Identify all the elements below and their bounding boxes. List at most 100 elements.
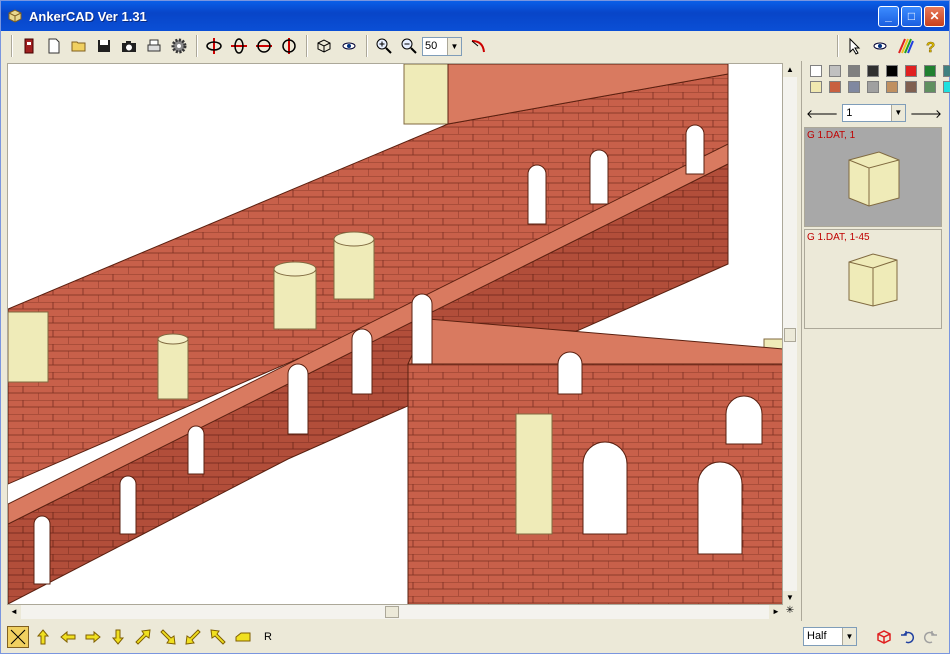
vertical-scrollbar[interactable]: ▲ ▼ — [783, 63, 797, 605]
move-ne-button[interactable] — [132, 626, 154, 648]
close-button[interactable]: ✕ — [924, 6, 945, 27]
scroll-left-icon[interactable]: ◄ — [7, 605, 21, 619]
arrow-right-icon[interactable]: 🡒 — [910, 106, 942, 121]
undo-button[interactable] — [897, 626, 919, 648]
zoom-select[interactable]: 50 ▼ — [422, 36, 462, 56]
snapshot-button[interactable] — [117, 35, 140, 57]
app-icon — [8, 9, 22, 23]
app-window: AnkerCAD Ver 1.31 _ □ ✕ 50 ▼ ? ▲ ▼ ◄ ► ✳… — [0, 0, 950, 654]
3d-viewport[interactable] — [7, 63, 783, 605]
arrow-se-icon — [160, 629, 176, 645]
color-swatch[interactable] — [867, 65, 879, 77]
select-all-button[interactable] — [7, 626, 29, 648]
zoom-out-button[interactable] — [397, 35, 420, 57]
color-swatch[interactable] — [886, 65, 898, 77]
block-icon — [235, 632, 251, 642]
zoom-in-button[interactable] — [372, 35, 395, 57]
color-swatch[interactable] — [810, 81, 822, 93]
svg-text:?: ? — [926, 39, 935, 55]
horizontal-scrollbar[interactable]: ◄ ► — [7, 605, 783, 619]
move-down-button[interactable] — [107, 626, 129, 648]
settings-button[interactable] — [167, 35, 190, 57]
scroll-thumb[interactable] — [784, 328, 796, 342]
stone-pillar — [403, 64, 455, 125]
rotate-y-button[interactable] — [202, 35, 225, 57]
scroll-down-icon[interactable]: ▼ — [783, 591, 797, 605]
move-sw-button[interactable] — [182, 626, 204, 648]
view-mode-select[interactable]: Half ▼ — [803, 627, 857, 646]
scroll-up-icon[interactable]: ▲ — [783, 63, 797, 77]
rotate-x-button[interactable] — [227, 35, 250, 57]
base-plate-button[interactable] — [232, 626, 254, 648]
color-swatch[interactable] — [810, 65, 822, 77]
colors-button[interactable] — [893, 35, 916, 57]
color-swatch[interactable] — [829, 65, 841, 77]
zoom-value: 50 — [425, 40, 438, 52]
red-cube-icon — [877, 630, 891, 644]
move-left-button[interactable] — [57, 626, 79, 648]
arrow-left-icon[interactable]: 🡐 — [806, 106, 838, 121]
redo-icon — [923, 631, 937, 644]
rotate-z-button[interactable] — [252, 35, 275, 57]
move-nw-button[interactable] — [207, 626, 229, 648]
rotate-y-icon — [205, 38, 222, 54]
delete-cube-button[interactable] — [873, 626, 895, 648]
help-button[interactable]: ? — [918, 35, 941, 57]
group-item[interactable]: G 1.DAT, 1 — [804, 127, 942, 227]
print-button[interactable] — [142, 35, 165, 57]
arrow-down-icon — [111, 629, 125, 645]
color-swatch[interactable] — [943, 81, 950, 93]
toolbar-separator — [366, 35, 368, 57]
redo-button[interactable] — [919, 626, 941, 648]
eye-icon — [873, 42, 886, 50]
help-icon: ? — [925, 39, 935, 55]
group-select[interactable]: 1 ▼ — [842, 104, 906, 122]
move-up-button[interactable] — [32, 626, 54, 648]
arrow-sw-icon — [185, 629, 201, 645]
color-swatch[interactable] — [924, 65, 936, 77]
rotate-r-button[interactable]: R — [257, 626, 279, 648]
color-swatch[interactable] — [886, 81, 898, 93]
cube-thumbnail-icon — [848, 253, 898, 307]
color-swatch[interactable] — [848, 65, 860, 77]
minimize-button[interactable]: _ — [878, 6, 899, 27]
color-swatch[interactable] — [829, 81, 841, 93]
save-button[interactable] — [92, 35, 115, 57]
wireframe-button[interactable] — [312, 35, 335, 57]
r-label: R — [264, 631, 272, 643]
color-palette — [810, 65, 950, 93]
eye-icon — [342, 42, 355, 50]
group-navigator: 🡐 1 ▼ 🡒 — [806, 103, 942, 123]
perspective-button[interactable] — [466, 35, 489, 57]
chevron-down-icon: ▼ — [842, 628, 856, 645]
scroll-right-icon[interactable]: ► — [769, 605, 783, 619]
zoom-out-icon — [401, 38, 417, 54]
select-button[interactable] — [843, 35, 866, 57]
new-file-button[interactable] — [42, 35, 65, 57]
scroll-corner-icon[interactable]: ✳ — [783, 605, 797, 619]
arrow-right-icon — [85, 630, 101, 644]
arrow-nw-icon — [210, 629, 226, 645]
move-se-button[interactable] — [157, 626, 179, 648]
color-swatch[interactable] — [867, 81, 879, 93]
arrow-left-icon — [60, 630, 76, 644]
color-swatch[interactable] — [943, 65, 950, 77]
group-item[interactable]: G 1.DAT, 1-45 — [804, 229, 942, 329]
undo-icon — [901, 631, 915, 644]
main-toolbar: 50 ▼ ? — [7, 33, 943, 59]
group-item-label: G 1.DAT, 1-45 — [807, 232, 870, 243]
open-file-button[interactable] — [67, 35, 90, 57]
cube-icon — [317, 39, 330, 53]
arrow-ne-icon — [135, 629, 151, 645]
scroll-thumb[interactable] — [385, 606, 399, 618]
move-right-button[interactable] — [82, 626, 104, 648]
view-button[interactable] — [337, 35, 360, 57]
color-swatch[interactable] — [848, 81, 860, 93]
color-swatch[interactable] — [905, 65, 917, 77]
color-swatch[interactable] — [905, 81, 917, 93]
exit-button[interactable] — [17, 35, 40, 57]
color-swatch[interactable] — [924, 81, 936, 93]
rotate-free-button[interactable] — [277, 35, 300, 57]
maximize-button[interactable]: □ — [901, 6, 922, 27]
visibility-button[interactable] — [868, 35, 891, 57]
